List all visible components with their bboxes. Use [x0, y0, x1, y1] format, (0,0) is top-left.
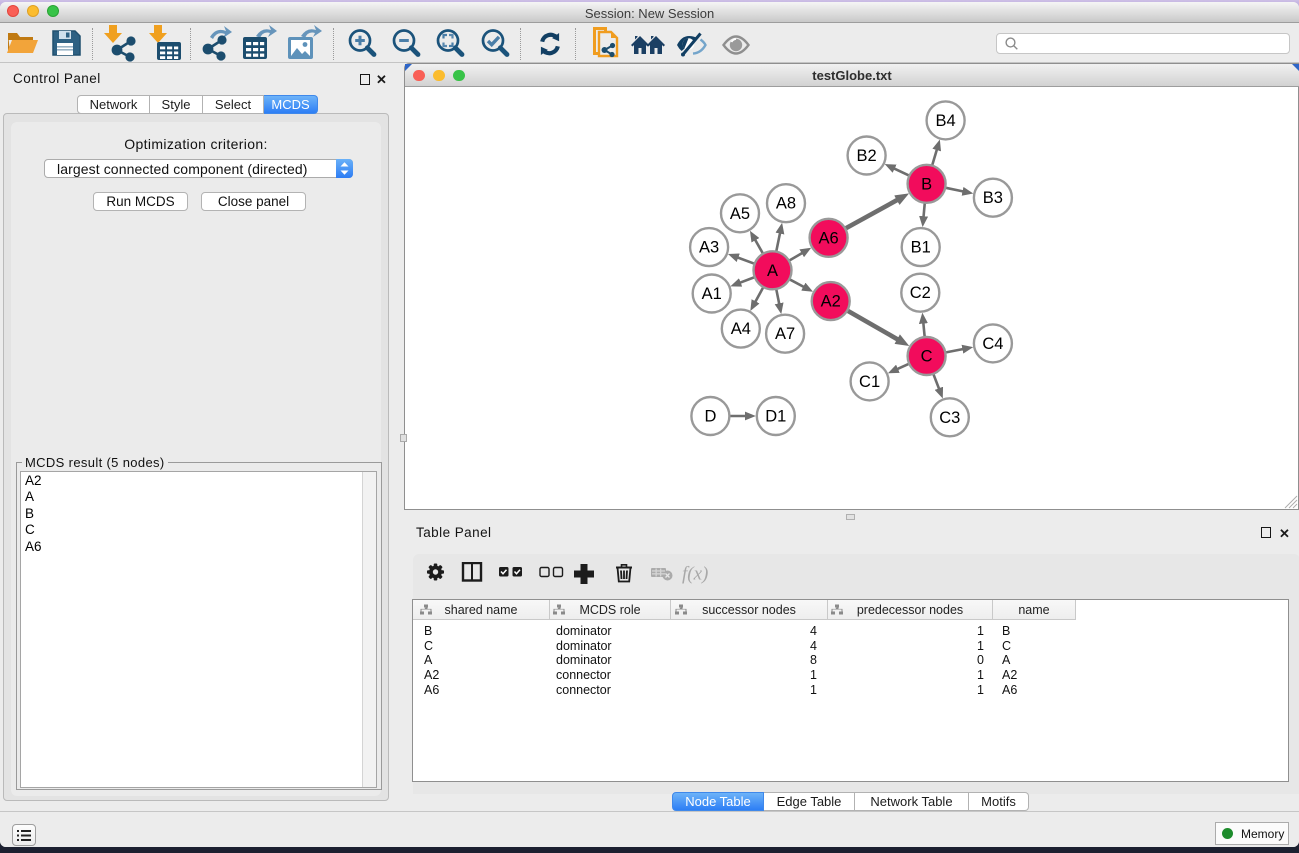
svg-text:C2: C2 — [910, 284, 931, 302]
svg-text:C: C — [921, 348, 933, 366]
svg-text:A4: A4 — [731, 320, 751, 338]
svg-text:A1: A1 — [702, 285, 722, 303]
svg-text:A8: A8 — [776, 195, 796, 213]
svg-text:A3: A3 — [699, 239, 719, 257]
svg-text:C4: C4 — [982, 335, 1003, 353]
svg-text:A7: A7 — [775, 325, 795, 343]
svg-text:A: A — [767, 262, 778, 280]
svg-text:B4: B4 — [936, 112, 956, 130]
svg-text:D1: D1 — [765, 408, 786, 426]
svg-text:f(x): f(x) — [682, 564, 708, 585]
svg-text:D: D — [704, 408, 716, 426]
svg-text:B2: B2 — [857, 147, 877, 165]
svg-text:A5: A5 — [730, 205, 750, 223]
svg-text:C3: C3 — [939, 409, 960, 427]
svg-text:C1: C1 — [859, 373, 880, 391]
svg-text:B: B — [921, 175, 932, 193]
svg-text:B3: B3 — [983, 189, 1003, 207]
svg-text:A6: A6 — [819, 229, 839, 247]
svg-text:A2: A2 — [821, 293, 841, 311]
svg-text:B1: B1 — [911, 239, 931, 257]
